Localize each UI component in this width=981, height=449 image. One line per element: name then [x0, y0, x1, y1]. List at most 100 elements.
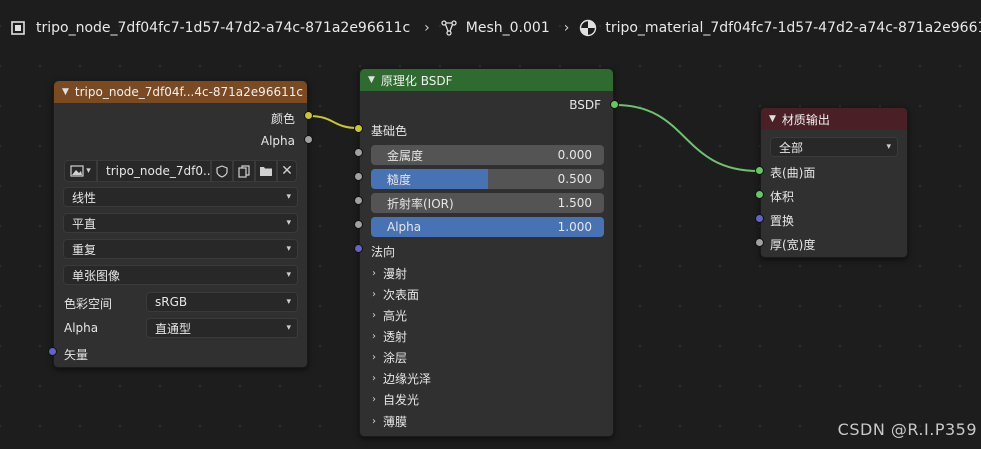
node-title: 原理化 BSDF [380, 73, 453, 88]
target-value: 全部 [779, 140, 804, 155]
node-header[interactable]: ▼ 原理化 BSDF [360, 69, 613, 91]
alpha-slider[interactable]: Alpha 1.000 [371, 217, 604, 237]
panel-label: 次表面 [383, 288, 420, 302]
thickness-label: 厚(宽)度 [770, 238, 816, 252]
collapse-chevron-icon[interactable]: ▼ [62, 87, 69, 97]
alpha-mode-label: Alpha [64, 321, 99, 335]
chevron-right-icon: › [372, 310, 376, 321]
panel-label: 薄膜 [383, 415, 408, 429]
metallic-field[interactable]: 金属度 0.000 [371, 145, 604, 165]
image-browse-button[interactable]: ▾ [64, 160, 97, 182]
output-alpha-socket[interactable] [304, 135, 313, 144]
chevron-right-icon: › [563, 20, 570, 36]
chevron-right-icon: › [372, 416, 376, 427]
open-file-button[interactable] [255, 160, 277, 182]
collapse-chevron-icon[interactable]: ▼ [368, 75, 375, 85]
roughness-label: 糙度 [387, 172, 412, 187]
chevron-down-icon: ▾ [286, 270, 291, 280]
chevron-right-icon: › [372, 268, 376, 279]
panel-specular[interactable]: › 高光 [372, 307, 407, 324]
panel-coat[interactable]: › 涂层 [372, 349, 407, 366]
copy-icon [238, 164, 250, 178]
chevron-right-icon: › [424, 20, 430, 36]
material-output-node[interactable]: ▼ 材质输出 全部 ▾ 表(曲)面 体积 置换 厚(宽)度 [760, 107, 908, 258]
panel-thin-film[interactable]: › 薄膜 [372, 413, 407, 430]
chevron-down-icon: ▾ [286, 323, 291, 333]
breadcrumb-material[interactable]: tripo_material_7df04fc7-1d57-47d2-a74c-8… [605, 20, 981, 36]
ior-field[interactable]: 折射率(IOR) 1.500 [371, 193, 604, 213]
output-color-label: 颜色 [270, 112, 295, 126]
panel-subsurface[interactable]: › 次表面 [372, 286, 419, 303]
chevron-right-icon: › [372, 289, 376, 300]
target-dropdown[interactable]: 全部 ▾ [770, 137, 898, 157]
panel-diffuse[interactable]: › 漫射 [372, 265, 407, 282]
input-metallic-socket[interactable] [354, 148, 363, 157]
shield-icon [216, 164, 228, 178]
metallic-label: 金属度 [387, 148, 424, 163]
collapse-chevron-icon[interactable]: ▼ [769, 114, 776, 124]
alpha-value: 1.000 [557, 220, 592, 234]
panel-label: 涂层 [383, 351, 408, 365]
input-volume-socket[interactable] [755, 190, 764, 199]
output-bsdf-label: BSDF [569, 98, 601, 112]
image-name: tripo_node_7df0... [106, 164, 215, 178]
input-displacement-socket[interactable] [755, 214, 764, 223]
duplicate-button[interactable] [233, 160, 255, 182]
panel-label: 漫射 [383, 267, 408, 281]
extension-value: 重复 [72, 242, 97, 257]
interpolation-dropdown[interactable]: 线性 ▾ [63, 187, 298, 207]
source-dropdown[interactable]: 单张图像 ▾ [63, 265, 298, 285]
roughness-slider[interactable]: 糙度 0.500 [371, 169, 604, 189]
principled-bsdf-node[interactable]: ▼ 原理化 BSDF BSDF 基础色 金属度 0.000 糙度 0.500 折… [359, 68, 614, 437]
panel-emission[interactable]: › 自发光 [372, 391, 419, 408]
extension-dropdown[interactable]: 重复 ▾ [63, 239, 298, 259]
chevron-right-icon: › [372, 331, 376, 342]
output-bsdf-socket[interactable] [610, 100, 619, 109]
image-name-field[interactable]: tripo_node_7df0... [97, 160, 215, 182]
input-ior-socket[interactable] [354, 196, 363, 205]
alpha-mode-value: 直通型 [155, 321, 192, 336]
panel-label: 高光 [383, 309, 408, 323]
folder-icon [260, 167, 272, 176]
chevron-right-icon: › [372, 394, 376, 405]
input-alpha-socket[interactable] [354, 220, 363, 229]
close-icon: ✕ [281, 163, 293, 179]
node-title: 材质输出 [781, 112, 830, 127]
panel-sheen[interactable]: › 边缘光泽 [372, 370, 431, 387]
chevron-down-icon: ▾ [86, 166, 91, 176]
color-space-dropdown[interactable]: sRGB ▾ [146, 292, 298, 312]
input-base-color-socket[interactable] [354, 124, 363, 133]
alpha-mode-dropdown[interactable]: 直通型 ▾ [146, 318, 298, 338]
material-icon [579, 17, 597, 39]
panel-transmission[interactable]: › 透射 [372, 328, 407, 345]
breadcrumb-mesh[interactable]: Mesh_0.001 [466, 20, 550, 36]
breadcrumb-object[interactable]: tripo_node_7df04fc7-1d57-47d2-a74c-871a2… [36, 20, 410, 36]
vector-input-label: 矢量 [64, 348, 89, 362]
panel-label: 边缘光泽 [383, 372, 432, 386]
roughness-value: 0.500 [557, 172, 592, 186]
input-normal-socket[interactable] [354, 244, 363, 253]
chevron-down-icon: ▾ [286, 244, 291, 254]
displacement-label: 置换 [770, 214, 795, 228]
surface-label: 表(曲)面 [770, 166, 816, 180]
output-alpha-label: Alpha [260, 134, 295, 148]
input-vector-socket[interactable] [48, 347, 57, 356]
volume-label: 体积 [770, 190, 795, 204]
input-roughness-socket[interactable] [354, 172, 363, 181]
base-color-label: 基础色 [371, 124, 408, 138]
alpha-label: Alpha [387, 220, 422, 234]
node-header[interactable]: ▼ tripo_node_7df04f...4c-871a2e96611c [54, 81, 307, 103]
chevron-down-icon: ▾ [886, 142, 891, 152]
chevron-down-icon: ▾ [286, 192, 291, 202]
input-surface-socket[interactable] [755, 166, 764, 175]
ior-value: 1.500 [557, 196, 592, 210]
source-value: 单张图像 [72, 268, 121, 283]
unlink-button[interactable]: ✕ [277, 160, 297, 182]
node-header[interactable]: ▼ 材质输出 [761, 108, 907, 130]
fake-user-button[interactable] [211, 160, 233, 182]
image-texture-node[interactable]: ▼ tripo_node_7df04f...4c-871a2e96611c 颜色… [53, 80, 308, 368]
input-thickness-socket[interactable] [755, 238, 764, 247]
chevron-right-icon: › [372, 352, 376, 363]
output-color-socket[interactable] [304, 111, 313, 120]
projection-dropdown[interactable]: 平直 ▾ [63, 213, 298, 233]
